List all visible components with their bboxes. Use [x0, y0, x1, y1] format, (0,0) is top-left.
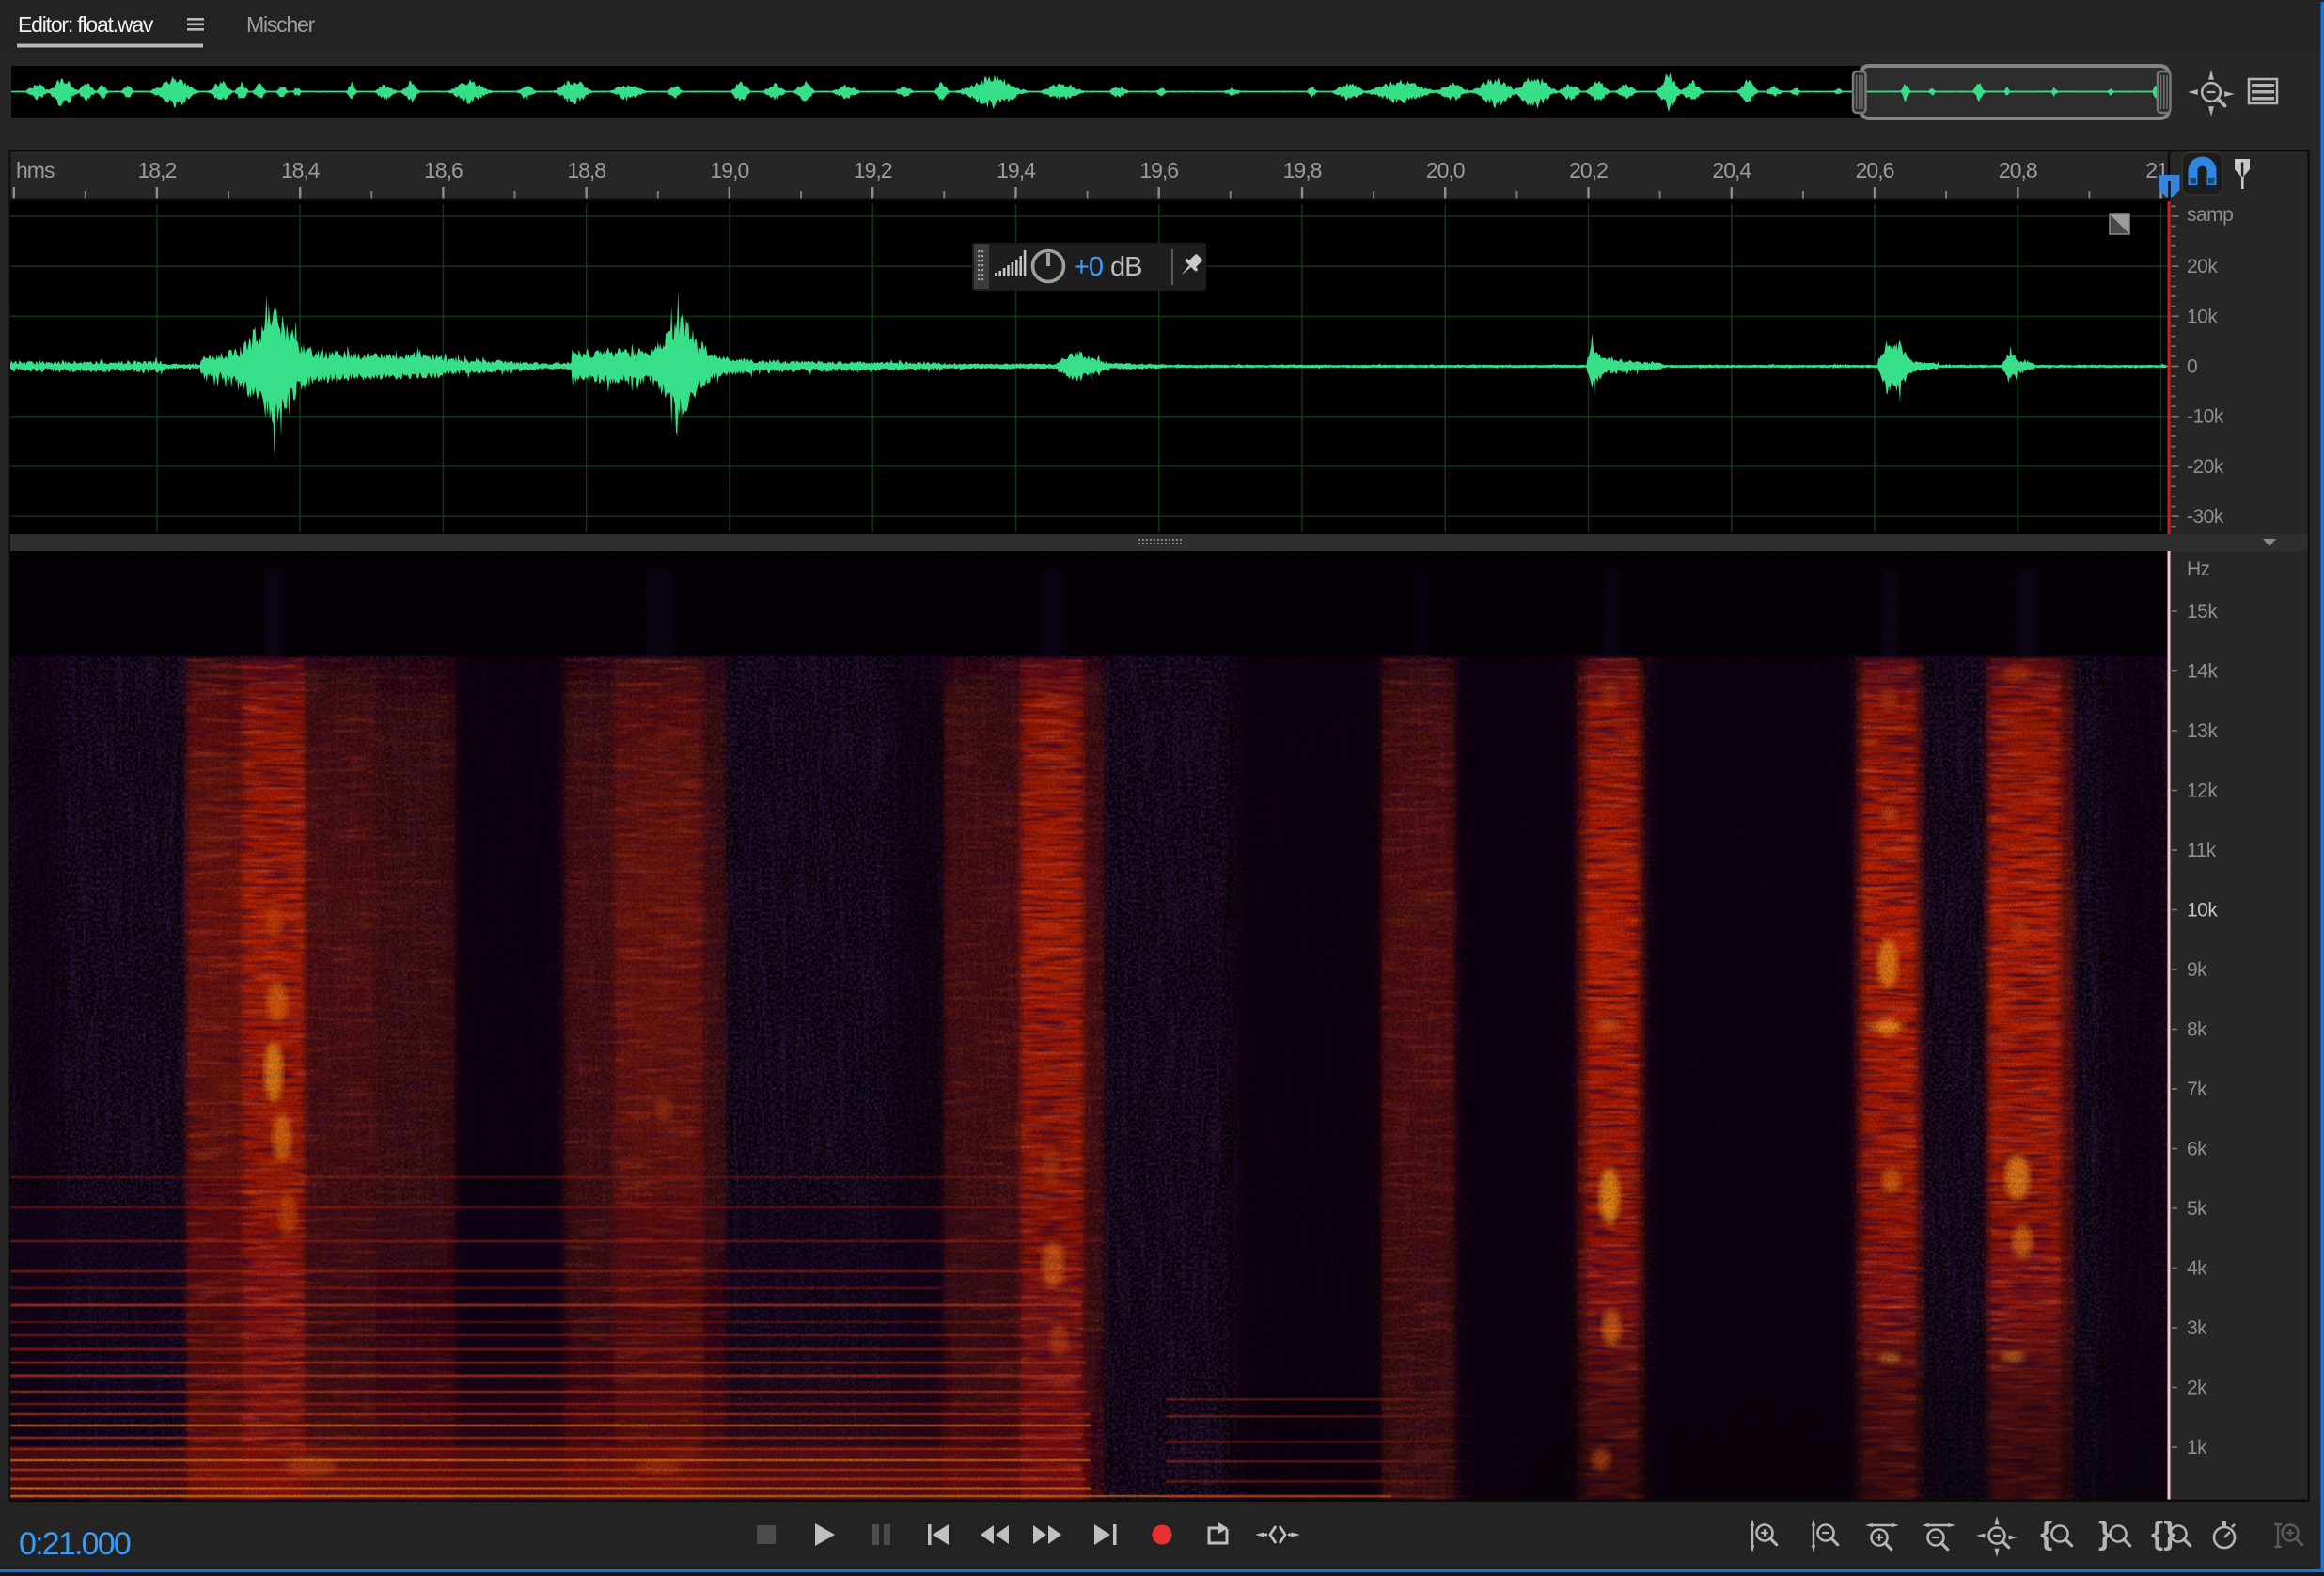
svg-text:11k: 11k [2187, 840, 2217, 861]
svg-text:-10k: -10k [2187, 406, 2224, 428]
svg-text:18,6: 18,6 [424, 158, 463, 182]
svg-text:19,2: 19,2 [854, 158, 892, 182]
svg-text:5k: 5k [2187, 1198, 2207, 1220]
svg-text:20,2: 20,2 [1569, 158, 1608, 182]
svg-text:20,0: 20,0 [1426, 158, 1465, 182]
svg-text:19,4: 19,4 [997, 158, 1036, 182]
svg-text:Mischer: Mischer [246, 12, 316, 37]
svg-text:6k: 6k [2187, 1139, 2207, 1160]
svg-text:13k: 13k [2187, 720, 2218, 742]
svg-text:19,0: 19,0 [711, 158, 749, 182]
svg-text:20,8: 20,8 [1999, 158, 2037, 182]
svg-text:20,6: 20,6 [1856, 158, 1894, 182]
svg-text:dB: dB [1110, 252, 1141, 282]
svg-text:Editor: float.wav: Editor: float.wav [18, 12, 154, 37]
svg-text:Hz: Hz [2187, 559, 2210, 580]
svg-text:18,4: 18,4 [281, 158, 321, 182]
svg-text:19,8: 19,8 [1283, 158, 1322, 182]
svg-text:2k: 2k [2187, 1378, 2207, 1399]
svg-text:1k: 1k [2187, 1437, 2207, 1458]
svg-text:18,2: 18,2 [138, 158, 177, 182]
svg-text:19,6: 19,6 [1139, 158, 1178, 182]
svg-text:4k: 4k [2187, 1258, 2207, 1280]
svg-text:10k: 10k [2187, 306, 2218, 327]
svg-text:0:21.000: 0:21.000 [19, 1526, 131, 1562]
svg-text:+0: +0 [1074, 252, 1103, 282]
svg-text:20k: 20k [2187, 256, 2218, 277]
svg-text:-30k: -30k [2187, 506, 2224, 528]
svg-text:10k: 10k [2187, 900, 2218, 922]
svg-text:14k: 14k [2187, 661, 2218, 683]
svg-text:samp: samp [2187, 204, 2233, 226]
svg-text:-20k: -20k [2187, 456, 2224, 478]
svg-text:15k: 15k [2187, 601, 2218, 623]
svg-text:20,4: 20,4 [1712, 158, 1751, 182]
svg-text:8k: 8k [2187, 1019, 2207, 1041]
svg-text:18,8: 18,8 [567, 158, 605, 182]
svg-text:7k: 7k [2187, 1079, 2207, 1100]
svg-text:9k: 9k [2187, 959, 2207, 981]
svg-text:3k: 3k [2187, 1317, 2207, 1339]
svg-text:12k: 12k [2187, 780, 2218, 802]
svg-text:hms: hms [16, 158, 55, 182]
svg-text:0: 0 [2187, 356, 2197, 378]
svg-text:{}: {} [2151, 1516, 2175, 1552]
